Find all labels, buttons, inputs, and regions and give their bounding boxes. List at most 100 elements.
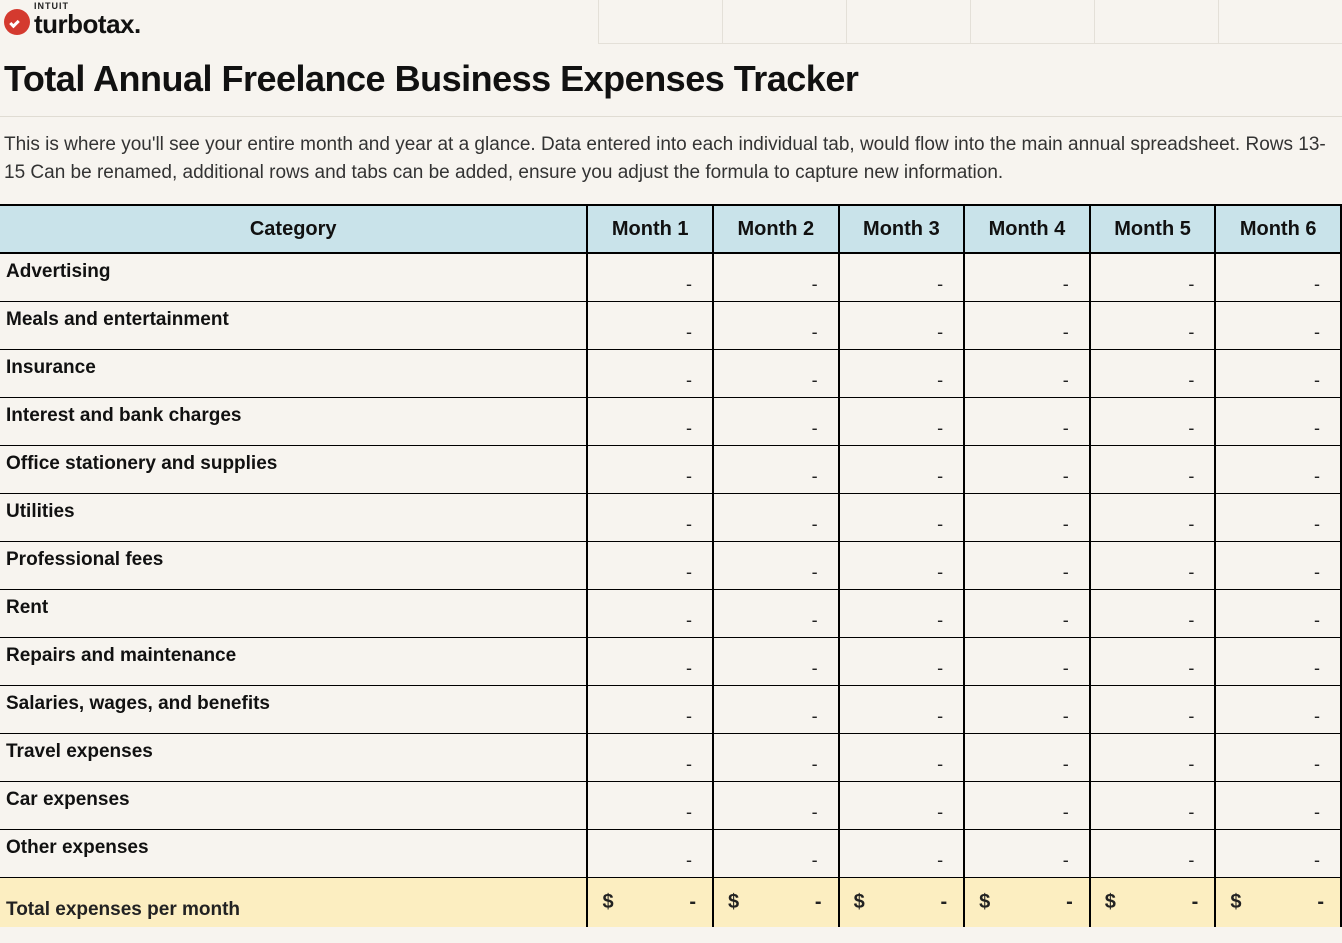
value-cell[interactable]: - xyxy=(839,301,965,349)
category-cell[interactable]: Travel expenses xyxy=(0,733,587,781)
category-cell[interactable]: Professional fees xyxy=(0,541,587,589)
value-cell[interactable]: - xyxy=(1215,637,1341,685)
value-cell[interactable]: - xyxy=(839,829,965,877)
value-cell[interactable]: - xyxy=(964,829,1090,877)
value-cell[interactable]: - xyxy=(587,781,713,829)
value-cell[interactable]: - xyxy=(1090,541,1216,589)
value-cell[interactable]: - xyxy=(713,301,839,349)
value-cell[interactable]: - xyxy=(587,397,713,445)
value-cell[interactable]: - xyxy=(1215,493,1341,541)
value-cell[interactable]: - xyxy=(839,445,965,493)
value-cell[interactable]: - xyxy=(839,349,965,397)
value-cell[interactable]: - xyxy=(1090,445,1216,493)
value-cell[interactable]: - xyxy=(713,829,839,877)
value-cell[interactable]: - xyxy=(839,541,965,589)
value-cell[interactable]: - xyxy=(713,733,839,781)
value-cell[interactable]: - xyxy=(713,445,839,493)
value-cell[interactable]: - xyxy=(964,589,1090,637)
value-cell[interactable]: - xyxy=(587,541,713,589)
value-cell[interactable]: - xyxy=(1215,685,1341,733)
value-cell[interactable]: - xyxy=(1090,733,1216,781)
value-cell[interactable]: - xyxy=(713,685,839,733)
category-cell[interactable]: Salaries, wages, and benefits xyxy=(0,685,587,733)
value-cell[interactable]: - xyxy=(713,637,839,685)
value-cell[interactable]: - xyxy=(839,253,965,301)
value-cell[interactable]: - xyxy=(713,541,839,589)
value-cell[interactable]: - xyxy=(587,589,713,637)
category-cell[interactable]: Meals and entertainment xyxy=(0,301,587,349)
value-cell[interactable]: - xyxy=(587,349,713,397)
value-cell[interactable]: - xyxy=(587,445,713,493)
value-cell[interactable]: - xyxy=(964,733,1090,781)
value-cell[interactable]: - xyxy=(964,637,1090,685)
value-cell[interactable]: - xyxy=(713,349,839,397)
value-cell[interactable]: - xyxy=(964,493,1090,541)
total-value: - xyxy=(689,891,696,914)
value-cell[interactable]: - xyxy=(1090,493,1216,541)
value-cell[interactable]: - xyxy=(1090,781,1216,829)
value-cell[interactable]: - xyxy=(1215,589,1341,637)
value-cell[interactable]: - xyxy=(964,397,1090,445)
total-value-cell[interactable]: $- xyxy=(713,877,839,927)
value-cell[interactable]: - xyxy=(713,589,839,637)
value-cell[interactable]: - xyxy=(587,301,713,349)
category-cell[interactable]: Advertising xyxy=(0,253,587,301)
value-cell[interactable]: - xyxy=(964,301,1090,349)
value-cell[interactable]: - xyxy=(587,637,713,685)
value-cell[interactable]: - xyxy=(964,685,1090,733)
value-cell[interactable]: - xyxy=(587,829,713,877)
value-cell[interactable]: - xyxy=(1215,781,1341,829)
value-cell[interactable]: - xyxy=(1090,397,1216,445)
category-cell[interactable]: Other expenses xyxy=(0,829,587,877)
value-cell[interactable]: - xyxy=(587,685,713,733)
value-cell[interactable]: - xyxy=(1215,397,1341,445)
value-cell[interactable]: - xyxy=(839,685,965,733)
total-value-cell[interactable]: $- xyxy=(964,877,1090,927)
value-cell[interactable]: - xyxy=(713,397,839,445)
total-value-cell[interactable]: $- xyxy=(1215,877,1341,927)
value-cell[interactable]: - xyxy=(1090,349,1216,397)
value-cell[interactable]: - xyxy=(713,253,839,301)
value-cell[interactable]: - xyxy=(839,493,965,541)
total-value-cell[interactable]: $- xyxy=(1090,877,1216,927)
value-cell[interactable]: - xyxy=(964,349,1090,397)
value-cell[interactable]: - xyxy=(587,493,713,541)
value-cell[interactable]: - xyxy=(1090,301,1216,349)
value-cell[interactable]: - xyxy=(1215,349,1341,397)
value-cell[interactable]: - xyxy=(1215,541,1341,589)
table-row: Professional fees------ xyxy=(0,541,1341,589)
value-cell[interactable]: - xyxy=(713,781,839,829)
value-cell[interactable]: - xyxy=(839,733,965,781)
total-value-cell[interactable]: $- xyxy=(587,877,713,927)
value-cell[interactable]: - xyxy=(587,733,713,781)
value-cell[interactable]: - xyxy=(1215,301,1341,349)
header-month-5: Month 5 xyxy=(1090,205,1216,253)
value-cell[interactable]: - xyxy=(964,253,1090,301)
category-cell[interactable]: Car expenses xyxy=(0,781,587,829)
value-cell[interactable]: - xyxy=(1215,445,1341,493)
category-cell[interactable]: Insurance xyxy=(0,349,587,397)
value-cell[interactable]: - xyxy=(964,541,1090,589)
value-cell[interactable]: - xyxy=(839,637,965,685)
total-value-cell[interactable]: $- xyxy=(839,877,965,927)
category-cell[interactable]: Office stationery and supplies xyxy=(0,445,587,493)
value-cell[interactable]: - xyxy=(1090,685,1216,733)
value-cell[interactable]: - xyxy=(1090,637,1216,685)
value-cell[interactable]: - xyxy=(839,589,965,637)
value-cell[interactable]: - xyxy=(964,781,1090,829)
category-cell[interactable]: Rent xyxy=(0,589,587,637)
value-cell[interactable]: - xyxy=(1215,829,1341,877)
value-cell[interactable]: - xyxy=(587,253,713,301)
category-cell[interactable]: Interest and bank charges xyxy=(0,397,587,445)
value-cell[interactable]: - xyxy=(1090,253,1216,301)
value-cell[interactable]: - xyxy=(1215,253,1341,301)
value-cell[interactable]: - xyxy=(839,397,965,445)
value-cell[interactable]: - xyxy=(839,781,965,829)
value-cell[interactable]: - xyxy=(964,445,1090,493)
value-cell[interactable]: - xyxy=(1090,589,1216,637)
category-cell[interactable]: Utilities xyxy=(0,493,587,541)
value-cell[interactable]: - xyxy=(1215,733,1341,781)
value-cell[interactable]: - xyxy=(713,493,839,541)
category-cell[interactable]: Repairs and maintenance xyxy=(0,637,587,685)
value-cell[interactable]: - xyxy=(1090,829,1216,877)
